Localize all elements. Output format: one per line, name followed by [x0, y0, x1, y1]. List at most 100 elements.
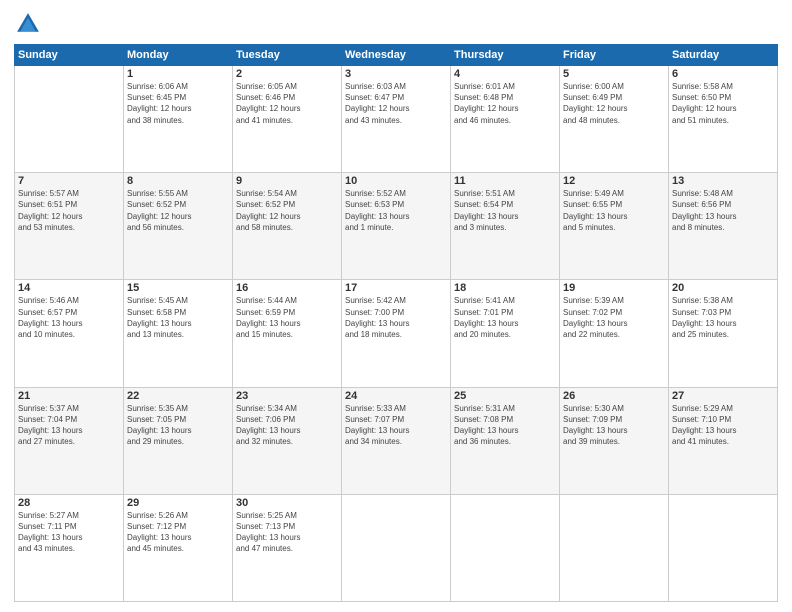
calendar-cell: 1Sunrise: 6:06 AM Sunset: 6:45 PM Daylig… [124, 66, 233, 173]
day-number: 29 [127, 497, 229, 509]
cell-content: Sunrise: 5:54 AM Sunset: 6:52 PM Dayligh… [236, 188, 338, 233]
cell-content: Sunrise: 5:52 AM Sunset: 6:53 PM Dayligh… [345, 188, 447, 233]
cell-content: Sunrise: 5:33 AM Sunset: 7:07 PM Dayligh… [345, 403, 447, 448]
cell-content: Sunrise: 5:30 AM Sunset: 7:09 PM Dayligh… [563, 403, 665, 448]
calendar-cell: 11Sunrise: 5:51 AM Sunset: 6:54 PM Dayli… [451, 173, 560, 280]
day-number: 19 [563, 282, 665, 294]
cell-content: Sunrise: 6:05 AM Sunset: 6:46 PM Dayligh… [236, 81, 338, 126]
calendar-cell: 18Sunrise: 5:41 AM Sunset: 7:01 PM Dayli… [451, 280, 560, 387]
weekday-header: Wednesday [342, 45, 451, 66]
calendar-week-row: 7Sunrise: 5:57 AM Sunset: 6:51 PM Daylig… [15, 173, 778, 280]
cell-content: Sunrise: 5:46 AM Sunset: 6:57 PM Dayligh… [18, 295, 120, 340]
cell-content: Sunrise: 5:26 AM Sunset: 7:12 PM Dayligh… [127, 510, 229, 555]
cell-content: Sunrise: 5:31 AM Sunset: 7:08 PM Dayligh… [454, 403, 556, 448]
calendar-cell [451, 494, 560, 601]
calendar-cell [342, 494, 451, 601]
page: SundayMondayTuesdayWednesdayThursdayFrid… [0, 0, 792, 612]
day-number: 25 [454, 390, 556, 402]
cell-content: Sunrise: 5:44 AM Sunset: 6:59 PM Dayligh… [236, 295, 338, 340]
calendar-cell: 3Sunrise: 6:03 AM Sunset: 6:47 PM Daylig… [342, 66, 451, 173]
calendar-cell: 4Sunrise: 6:01 AM Sunset: 6:48 PM Daylig… [451, 66, 560, 173]
day-number: 14 [18, 282, 120, 294]
day-number: 3 [345, 68, 447, 80]
calendar-cell: 8Sunrise: 5:55 AM Sunset: 6:52 PM Daylig… [124, 173, 233, 280]
day-number: 28 [18, 497, 120, 509]
day-number: 13 [672, 175, 774, 187]
day-number: 26 [563, 390, 665, 402]
weekday-header: Tuesday [233, 45, 342, 66]
calendar-cell: 26Sunrise: 5:30 AM Sunset: 7:09 PM Dayli… [560, 387, 669, 494]
day-number: 1 [127, 68, 229, 80]
calendar-cell: 17Sunrise: 5:42 AM Sunset: 7:00 PM Dayli… [342, 280, 451, 387]
weekday-header: Friday [560, 45, 669, 66]
day-number: 20 [672, 282, 774, 294]
cell-content: Sunrise: 5:55 AM Sunset: 6:52 PM Dayligh… [127, 188, 229, 233]
cell-content: Sunrise: 6:00 AM Sunset: 6:49 PM Dayligh… [563, 81, 665, 126]
calendar-cell [15, 66, 124, 173]
calendar-cell: 6Sunrise: 5:58 AM Sunset: 6:50 PM Daylig… [669, 66, 778, 173]
weekday-header: Monday [124, 45, 233, 66]
calendar-cell: 7Sunrise: 5:57 AM Sunset: 6:51 PM Daylig… [15, 173, 124, 280]
calendar-cell: 9Sunrise: 5:54 AM Sunset: 6:52 PM Daylig… [233, 173, 342, 280]
calendar-cell: 12Sunrise: 5:49 AM Sunset: 6:55 PM Dayli… [560, 173, 669, 280]
day-number: 7 [18, 175, 120, 187]
calendar-week-row: 1Sunrise: 6:06 AM Sunset: 6:45 PM Daylig… [15, 66, 778, 173]
cell-content: Sunrise: 5:29 AM Sunset: 7:10 PM Dayligh… [672, 403, 774, 448]
cell-content: Sunrise: 5:49 AM Sunset: 6:55 PM Dayligh… [563, 188, 665, 233]
cell-content: Sunrise: 5:51 AM Sunset: 6:54 PM Dayligh… [454, 188, 556, 233]
calendar-cell: 10Sunrise: 5:52 AM Sunset: 6:53 PM Dayli… [342, 173, 451, 280]
day-number: 30 [236, 497, 338, 509]
calendar-cell: 14Sunrise: 5:46 AM Sunset: 6:57 PM Dayli… [15, 280, 124, 387]
day-number: 16 [236, 282, 338, 294]
calendar-cell: 19Sunrise: 5:39 AM Sunset: 7:02 PM Dayli… [560, 280, 669, 387]
weekday-header: Saturday [669, 45, 778, 66]
cell-content: Sunrise: 5:38 AM Sunset: 7:03 PM Dayligh… [672, 295, 774, 340]
day-number: 15 [127, 282, 229, 294]
calendar-cell: 23Sunrise: 5:34 AM Sunset: 7:06 PM Dayli… [233, 387, 342, 494]
cell-content: Sunrise: 5:58 AM Sunset: 6:50 PM Dayligh… [672, 81, 774, 126]
calendar-cell: 13Sunrise: 5:48 AM Sunset: 6:56 PM Dayli… [669, 173, 778, 280]
header [14, 10, 778, 38]
day-number: 22 [127, 390, 229, 402]
calendar-cell [669, 494, 778, 601]
calendar-cell: 25Sunrise: 5:31 AM Sunset: 7:08 PM Dayli… [451, 387, 560, 494]
cell-content: Sunrise: 5:41 AM Sunset: 7:01 PM Dayligh… [454, 295, 556, 340]
cell-content: Sunrise: 6:06 AM Sunset: 6:45 PM Dayligh… [127, 81, 229, 126]
weekday-header: Sunday [15, 45, 124, 66]
calendar-cell: 16Sunrise: 5:44 AM Sunset: 6:59 PM Dayli… [233, 280, 342, 387]
calendar-week-row: 14Sunrise: 5:46 AM Sunset: 6:57 PM Dayli… [15, 280, 778, 387]
day-number: 6 [672, 68, 774, 80]
calendar-week-row: 28Sunrise: 5:27 AM Sunset: 7:11 PM Dayli… [15, 494, 778, 601]
cell-content: Sunrise: 5:35 AM Sunset: 7:05 PM Dayligh… [127, 403, 229, 448]
calendar-week-row: 21Sunrise: 5:37 AM Sunset: 7:04 PM Dayli… [15, 387, 778, 494]
day-number: 5 [563, 68, 665, 80]
day-number: 24 [345, 390, 447, 402]
calendar-cell: 24Sunrise: 5:33 AM Sunset: 7:07 PM Dayli… [342, 387, 451, 494]
cell-content: Sunrise: 5:42 AM Sunset: 7:00 PM Dayligh… [345, 295, 447, 340]
day-number: 23 [236, 390, 338, 402]
day-number: 9 [236, 175, 338, 187]
cell-content: Sunrise: 5:48 AM Sunset: 6:56 PM Dayligh… [672, 188, 774, 233]
day-number: 11 [454, 175, 556, 187]
cell-content: Sunrise: 5:57 AM Sunset: 6:51 PM Dayligh… [18, 188, 120, 233]
calendar-cell: 21Sunrise: 5:37 AM Sunset: 7:04 PM Dayli… [15, 387, 124, 494]
calendar-table: SundayMondayTuesdayWednesdayThursdayFrid… [14, 44, 778, 602]
calendar-cell: 15Sunrise: 5:45 AM Sunset: 6:58 PM Dayli… [124, 280, 233, 387]
day-number: 18 [454, 282, 556, 294]
weekday-header: Thursday [451, 45, 560, 66]
day-number: 10 [345, 175, 447, 187]
calendar-cell: 20Sunrise: 5:38 AM Sunset: 7:03 PM Dayli… [669, 280, 778, 387]
cell-content: Sunrise: 6:01 AM Sunset: 6:48 PM Dayligh… [454, 81, 556, 126]
cell-content: Sunrise: 5:34 AM Sunset: 7:06 PM Dayligh… [236, 403, 338, 448]
cell-content: Sunrise: 5:45 AM Sunset: 6:58 PM Dayligh… [127, 295, 229, 340]
calendar-cell: 22Sunrise: 5:35 AM Sunset: 7:05 PM Dayli… [124, 387, 233, 494]
calendar-cell: 5Sunrise: 6:00 AM Sunset: 6:49 PM Daylig… [560, 66, 669, 173]
day-number: 8 [127, 175, 229, 187]
logo-icon [14, 10, 42, 38]
day-number: 27 [672, 390, 774, 402]
day-number: 17 [345, 282, 447, 294]
cell-content: Sunrise: 6:03 AM Sunset: 6:47 PM Dayligh… [345, 81, 447, 126]
cell-content: Sunrise: 5:39 AM Sunset: 7:02 PM Dayligh… [563, 295, 665, 340]
logo [14, 10, 46, 38]
day-number: 21 [18, 390, 120, 402]
